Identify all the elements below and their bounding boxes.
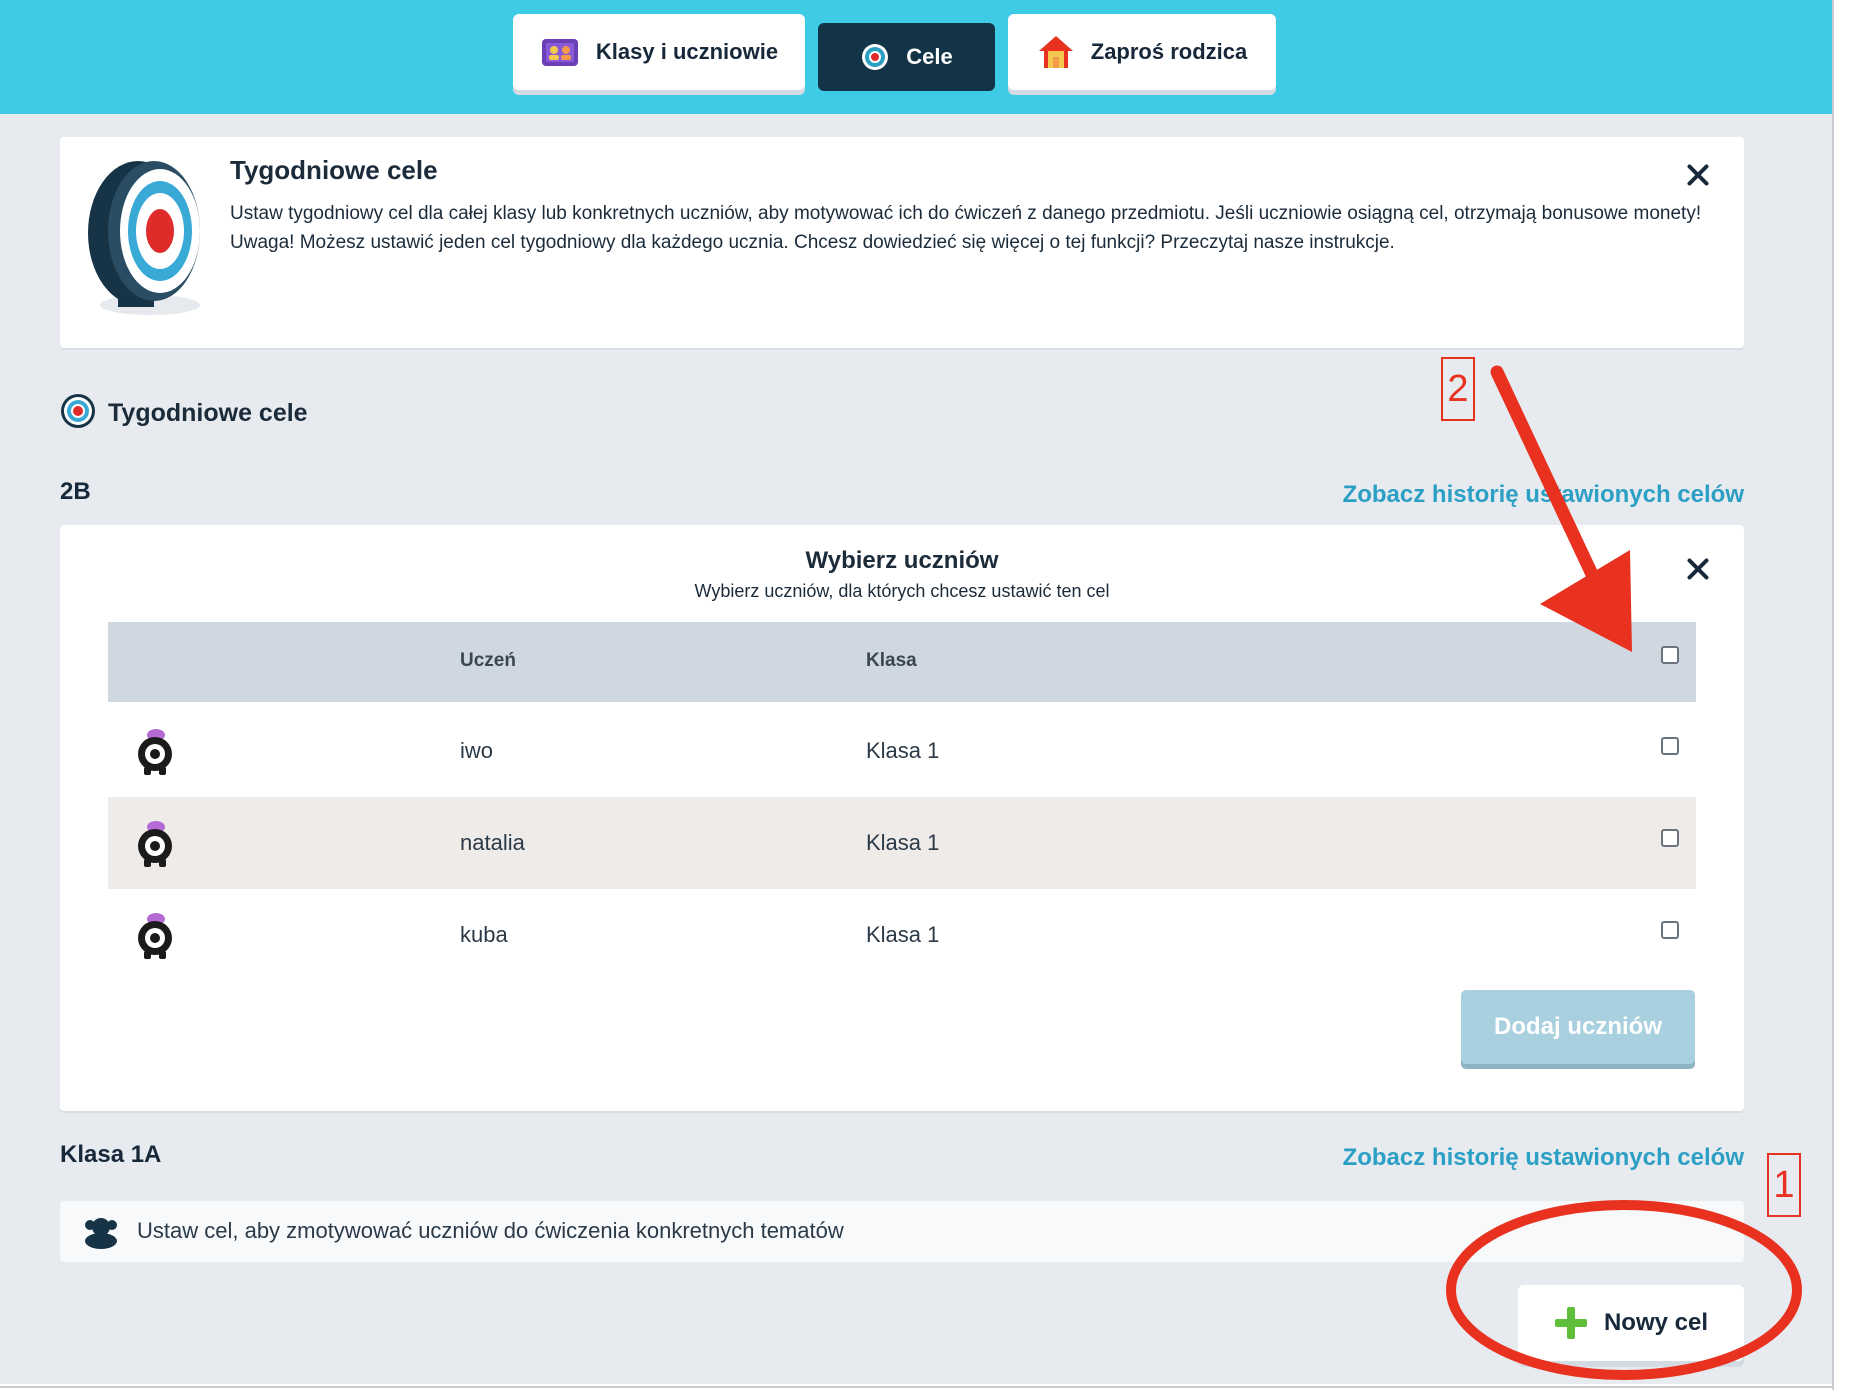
tab-invite-parent-label: Zaproś rodzica xyxy=(1090,39,1248,64)
add-students-button[interactable]: Dodaj uczniów xyxy=(1461,990,1695,1064)
select-all-checkbox[interactable] xyxy=(1661,646,1679,664)
select-students-subtitle: Wybierz uczniów, dla których chcesz usta… xyxy=(694,581,1110,601)
class-1a-history-link[interactable]: Zobacz historię ustawionych celów xyxy=(1240,1144,1744,1172)
student-name: iwo xyxy=(460,738,494,763)
tab-invite-parent[interactable]: Zaproś rodzica xyxy=(1008,14,1276,90)
student-avatar-icon xyxy=(130,727,180,777)
column-class: Klasa xyxy=(866,650,917,671)
class-1a-notice-text: Ustaw cel, aby zmotywować uczniów do ćwi… xyxy=(137,1218,844,1243)
window-border xyxy=(1832,0,1834,1390)
tab-goals[interactable]: Cele xyxy=(818,23,995,91)
class-1a-goal-notice: Ustaw cel, aby zmotywować uczniów do ćwi… xyxy=(60,1201,1744,1262)
student-checkbox[interactable] xyxy=(1661,737,1679,755)
table-row[interactable]: iwo Klasa 1 xyxy=(108,705,1696,797)
student-class: Klasa 1 xyxy=(866,922,940,947)
mascot-icon xyxy=(82,1215,120,1254)
plus-icon xyxy=(1554,1306,1588,1340)
table-row[interactable]: kuba Klasa 1 xyxy=(108,889,1696,981)
close-info-icon[interactable] xyxy=(1683,160,1713,190)
student-avatar-icon xyxy=(130,911,180,961)
student-class: Klasa 1 xyxy=(866,830,940,855)
section-heading: Tygodniowe cele xyxy=(60,393,308,434)
info-card-title: Tygodniowe cele xyxy=(230,155,438,185)
app-window: Klasy i uczniowie Cele Zaproś rodzica Ty… xyxy=(0,0,1832,1384)
tab-goals-label: Cele xyxy=(906,44,953,69)
students-table-header: Uczeń Klasa xyxy=(108,622,1696,702)
top-navigation-bar: Klasy i uczniowie Cele Zaproś rodzica xyxy=(0,0,1832,114)
close-panel-icon[interactable] xyxy=(1683,554,1713,584)
house-icon xyxy=(1037,34,1075,70)
class-2b-history-link[interactable]: Zobacz historię ustawionych celów xyxy=(1240,481,1744,509)
student-avatar-icon xyxy=(130,819,180,869)
info-card-description: Ustaw tygodniowy cel dla całej klasy lub… xyxy=(230,203,1702,253)
student-checkbox[interactable] xyxy=(1661,829,1679,847)
class-1a-label: Klasa 1A xyxy=(60,1141,162,1168)
annotation-number-1: 1 xyxy=(1767,1153,1801,1217)
weekly-goals-info-card: Tygodniowe cele Ustaw tygodniowy cel dla… xyxy=(60,137,1744,348)
select-students-panel: Wybierz uczniów Wybierz uczniów, dla któ… xyxy=(60,525,1744,1111)
student-class: Klasa 1 xyxy=(866,738,940,763)
student-name: kuba xyxy=(460,922,508,947)
new-goal-button[interactable]: Nowy cel xyxy=(1518,1285,1744,1361)
select-students-title: Wybierz uczniów xyxy=(805,547,999,574)
table-row[interactable]: natalia Klasa 1 xyxy=(108,797,1696,889)
students-card-icon xyxy=(540,35,580,69)
target-board-illustration-icon xyxy=(80,155,210,330)
class-2b-label: 2B xyxy=(60,478,91,505)
target-icon xyxy=(860,42,890,72)
new-goal-button-label: Nowy cel xyxy=(1603,1309,1709,1336)
section-title: Tygodniowe cele xyxy=(108,399,308,427)
window-border xyxy=(0,1386,1834,1388)
student-name: natalia xyxy=(460,830,525,855)
column-student: Uczeń xyxy=(460,650,516,671)
tab-classes-students[interactable]: Klasy i uczniowie xyxy=(513,14,805,90)
student-checkbox[interactable] xyxy=(1661,921,1679,939)
target-icon xyxy=(60,393,96,434)
tab-classes-students-label: Klasy i uczniowie xyxy=(595,39,779,64)
annotation-number-2: 2 xyxy=(1441,357,1475,421)
